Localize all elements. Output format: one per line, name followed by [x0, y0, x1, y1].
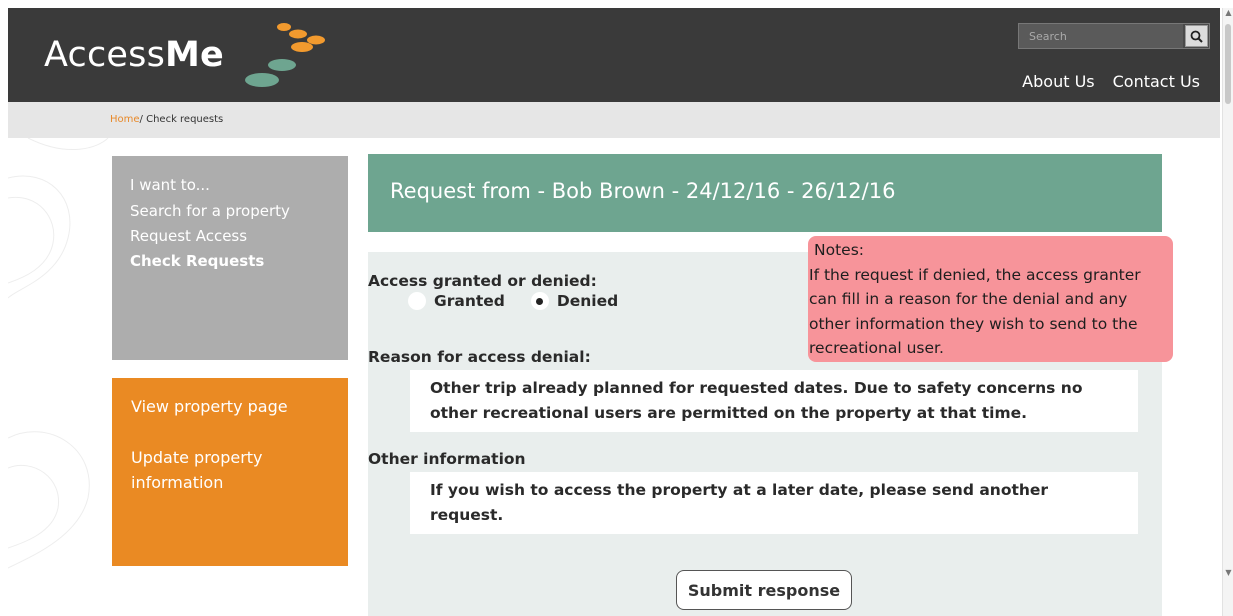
sidebar-item-check-requests[interactable]: Check Requests — [130, 252, 330, 270]
radio-granted-circle[interactable] — [408, 292, 426, 310]
breadcrumb: Home/ Check requests — [110, 114, 223, 125]
reason-label: Reason for access denial: — [368, 348, 591, 366]
site-logo[interactable]: AccessMe — [44, 35, 224, 75]
search-button[interactable] — [1185, 25, 1208, 47]
sidebar-actions: View property page Update property infor… — [112, 378, 348, 566]
view-property-page-link[interactable]: View property page — [131, 394, 329, 419]
page-scrollbar[interactable]: ▲ ▼ — [1222, 8, 1233, 616]
radio-granted[interactable]: Granted — [408, 292, 505, 310]
logo-text-bold: Me — [165, 35, 224, 75]
dots-logo-icon — [245, 23, 325, 87]
radio-denied-label: Denied — [556, 292, 619, 310]
breadcrumb-separator: / — [139, 114, 143, 125]
notes-body: If the request if denied, the access gra… — [809, 265, 1141, 358]
request-title: Request from - Bob Brown - 24/12/16 - 26… — [368, 154, 1162, 232]
notes-title: Notes: — [814, 241, 864, 259]
top-nav: About Us Contact Us — [1022, 72, 1200, 91]
search-box — [1018, 23, 1210, 49]
sidebar-heading: I want to... — [130, 176, 210, 194]
radio-denied-circle[interactable] — [530, 292, 549, 310]
reason-textarea[interactable]: Other trip already planned for requested… — [410, 370, 1138, 432]
scroll-down-arrow-icon[interactable]: ▼ — [1223, 568, 1233, 580]
magnifier-icon — [1190, 30, 1203, 43]
submit-response-button[interactable]: Submit response — [676, 570, 852, 610]
sidebar-item-search-property[interactable]: Search for a property — [130, 202, 330, 220]
scroll-thumb[interactable] — [1225, 24, 1231, 104]
update-property-information-link[interactable]: Update property information — [131, 445, 329, 495]
logo-text-light: Access — [44, 35, 166, 75]
other-information-textarea[interactable]: If you wish to access the property at a … — [410, 472, 1138, 534]
other-information-label: Other information — [368, 450, 526, 468]
sidebar-menu: I want to... Search for a property Reque… — [112, 156, 348, 360]
breadcrumb-bar: Home/ Check requests — [8, 102, 1220, 138]
nav-about-us[interactable]: About Us — [1022, 72, 1094, 91]
sidebar-item-request-access[interactable]: Request Access — [130, 227, 330, 245]
scroll-up-arrow-icon[interactable]: ▲ — [1223, 8, 1233, 20]
notes-callout: Notes: If the request if denied, the acc… — [808, 236, 1173, 362]
radio-selected-dot — [536, 297, 544, 305]
site-header: AccessMe About Us Contact Us — [8, 8, 1220, 102]
breadcrumb-current: Check requests — [146, 114, 224, 125]
nav-contact-us[interactable]: Contact Us — [1113, 72, 1200, 91]
access-decision-label: Access granted or denied: — [368, 272, 597, 290]
access-decision-options: Granted Denied — [408, 292, 618, 310]
search-input[interactable] — [1019, 24, 1183, 48]
radio-granted-label: Granted — [434, 292, 505, 310]
breadcrumb-home[interactable]: Home — [110, 114, 140, 125]
radio-denied[interactable]: Denied — [530, 292, 619, 310]
